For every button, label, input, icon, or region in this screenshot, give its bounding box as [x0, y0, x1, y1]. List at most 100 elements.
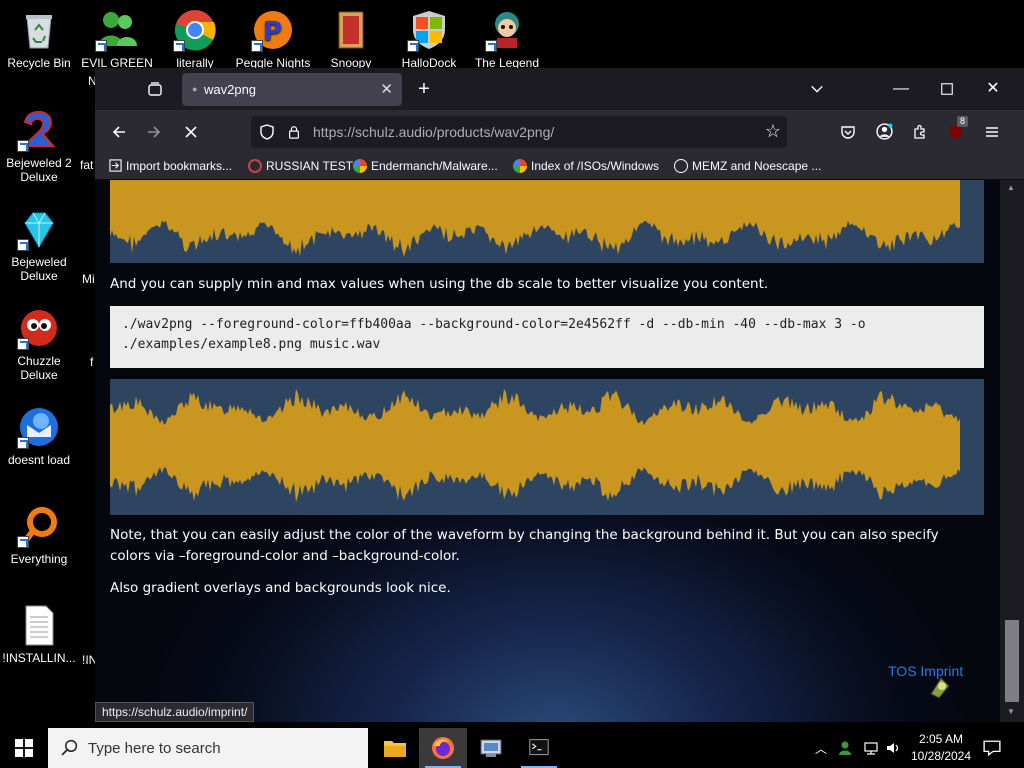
url-path: /products/wav2png/ [432, 124, 555, 140]
tab-close-icon[interactable]: ✕ [380, 80, 393, 98]
bookmark-index-isos[interactable]: Index of /ISOs/Windows [513, 159, 659, 173]
text-document-icon [25, 605, 54, 646]
shortcut-arrow-icon [17, 239, 29, 251]
list-all-tabs-button[interactable] [803, 75, 831, 103]
shortcut-arrow-icon [251, 40, 263, 52]
lock-icon[interactable] [287, 125, 301, 139]
account-button[interactable] [870, 118, 898, 146]
close-window-button[interactable]: ✕ [979, 75, 1007, 103]
paragraph-color: Note, that you can easily adjust the col… [110, 527, 939, 564]
new-tab-button[interactable]: + [410, 75, 438, 103]
bookmark-import[interactable]: Import bookmarks... [109, 159, 232, 173]
clock-date: 10/28/2024 [910, 749, 972, 763]
loading-favicon-icon [248, 159, 262, 173]
bookmark-label: MEMZ and Noescape ... [692, 159, 822, 173]
navigation-toolbar: https://schulz.audio/products/wav2png/ ☆… [95, 110, 1024, 154]
taskbar-search-box[interactable]: Type here to search [48, 728, 368, 768]
desktop-icon-evil-green[interactable]: EVIL GREEN [78, 8, 156, 70]
shortcut-arrow-icon [17, 437, 29, 449]
bookmark-endermanch[interactable]: Endermanch/Malware... [353, 159, 498, 173]
start-button[interactable] [0, 728, 48, 768]
app-menu-button[interactable] [978, 118, 1006, 146]
forward-button[interactable] [140, 118, 168, 146]
puzzle-icon [914, 124, 925, 139]
desktop-icon-the-legend[interactable]: The Legend [468, 8, 546, 70]
tab-loading-dot-icon: ● [192, 84, 198, 94]
maximize-button[interactable] [933, 75, 961, 103]
desktop-icon-doesnt-load[interactable]: doesnt load [0, 405, 78, 467]
tab-wav2png[interactable]: ● wav2png ✕ [182, 73, 402, 106]
desktop-partial-label: f [90, 355, 94, 369]
shortcut-arrow-icon [407, 40, 419, 52]
network-icon[interactable] [863, 740, 879, 756]
minimize-button[interactable]: — [887, 75, 915, 103]
desktop-icon-bejeweled[interactable]: Bejeweled Deluxe [0, 207, 78, 283]
code-block: ./wav2png --foreground-color=ffb400aa --… [110, 306, 984, 368]
scroll-down-icon[interactable]: ▼ [1007, 707, 1015, 716]
paragraph-gradient: Also gradient overlays and backgrounds l… [110, 580, 451, 596]
desktop-icon-installing[interactable]: !INSTALLIN... [0, 603, 78, 665]
tab-title: wav2png [204, 82, 257, 97]
show-hidden-icons-button[interactable]: ︿ [815, 740, 827, 757]
search-icon [61, 739, 78, 756]
cursor-badge-icon [930, 677, 950, 699]
tab-bar: ● wav2png ✕ + — ✕ [95, 68, 1024, 110]
volume-icon[interactable] [885, 740, 901, 756]
stop-loading-button[interactable] [177, 118, 205, 146]
shortcut-arrow-icon [17, 536, 29, 548]
address-bar[interactable]: https://schulz.audio/products/wav2png/ ☆ [251, 116, 787, 148]
desktop-icon-label: Bejeweled 2 Deluxe [6, 156, 72, 184]
shortcut-arrow-icon [17, 338, 29, 350]
bookmark-label: Index of /ISOs/Windows [531, 159, 660, 173]
desktop-icon-label: !INSTALLIN... [2, 651, 76, 665]
taskbar-app[interactable] [467, 728, 515, 768]
waveform-image-db [110, 379, 984, 515]
hamburger-menu-icon [986, 126, 998, 137]
bookmark-russian-test[interactable]: RUSSIAN TEST [248, 159, 353, 173]
system-clock[interactable]: 2:05 AM 10/28/2024 [906, 731, 976, 765]
stop-x-icon [185, 126, 197, 138]
url-text[interactable]: https://schulz.audio/products/wav2png/ [313, 124, 554, 140]
bookmark-star-icon[interactable]: ☆ [765, 121, 781, 142]
tab-overview-button[interactable] [141, 75, 169, 103]
taskbar-terminal[interactable] [515, 728, 563, 768]
desktop-icon-bejeweled-2[interactable]: Bejeweled 2 Deluxe [0, 108, 78, 184]
maximize-icon [941, 82, 953, 95]
desktop-icon-label: doesnt load [7, 453, 71, 467]
desktop-icon-recycle-bin[interactable]: Recycle Bin [0, 8, 78, 70]
desktop-icon-peggle-nights[interactable]: P Peggle Nights [234, 8, 312, 70]
desktop-icon-literally[interactable]: literally [156, 8, 234, 70]
scrollbar-thumb[interactable] [1005, 620, 1019, 702]
back-button[interactable] [105, 118, 133, 146]
taskbar-file-explorer[interactable] [371, 728, 419, 768]
taskbar-firefox[interactable] [419, 728, 467, 768]
extension-badge: 8 [957, 116, 969, 127]
account-icon [875, 123, 893, 140]
desktop-icon-snoopy[interactable]: Snoopy [312, 8, 390, 70]
bookmark-label: Import bookmarks... [126, 159, 233, 173]
taskbar: Type here to search ︿ 2:05 AM 10/28/2024 [0, 728, 1024, 768]
extensions-button[interactable] [906, 118, 934, 146]
svg-text:P: P [263, 17, 282, 47]
google-favicon-icon [353, 159, 367, 173]
terminal-icon [529, 739, 549, 756]
tracking-protection-shield-icon[interactable] [259, 124, 275, 140]
ublock-extension-button[interactable]: 8 [942, 116, 970, 146]
desktop-icon-chuzzle[interactable]: Chuzzle Deluxe [0, 306, 78, 382]
globe-icon [674, 159, 688, 173]
bookmark-memz[interactable]: MEMZ and Noescape ... [674, 159, 821, 173]
desktop-partial-label: fat [80, 158, 94, 172]
desktop-icon-hallodock[interactable]: HalloDock [390, 8, 468, 70]
desktop-icon-label: Recycle Bin [7, 56, 71, 70]
desktop-icon-label: Everything [10, 552, 68, 566]
tray-user-icon[interactable] [838, 740, 854, 756]
pocket-button[interactable] [834, 118, 862, 146]
notifications-icon[interactable] [983, 739, 1001, 757]
bookmark-label: RUSSIAN TEST [266, 159, 354, 173]
scroll-up-icon[interactable]: ▲ [1007, 183, 1015, 192]
shortcut-arrow-icon [17, 140, 29, 152]
back-arrow-icon [112, 126, 125, 138]
scrollbar[interactable]: ▲ ▼ [1000, 180, 1024, 722]
desktop-icon-everything[interactable]: Everything [0, 504, 78, 566]
bookmark-label: Endermanch/Malware... [371, 159, 498, 173]
